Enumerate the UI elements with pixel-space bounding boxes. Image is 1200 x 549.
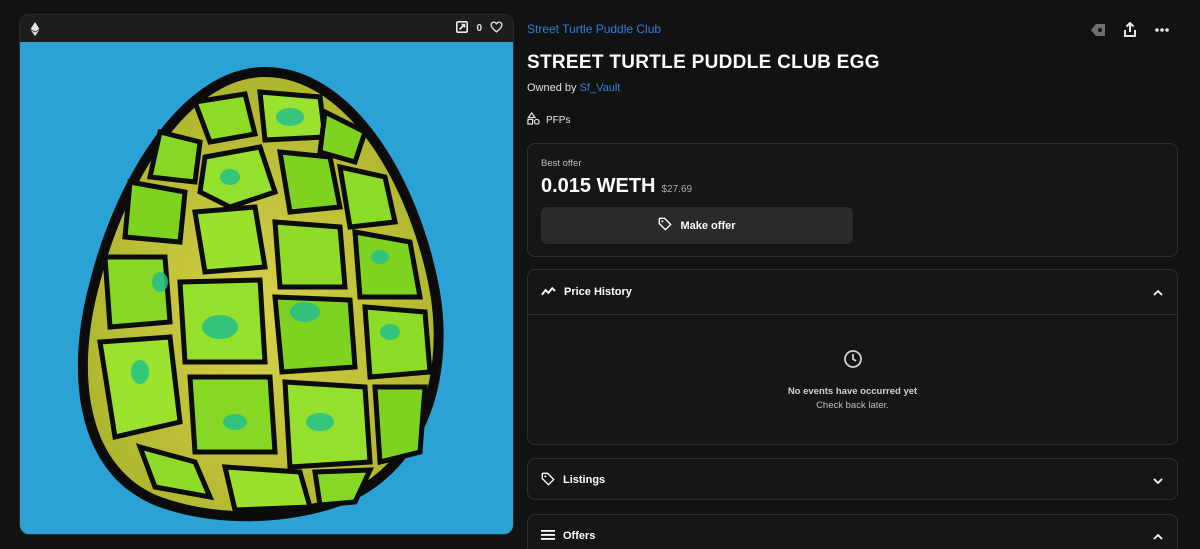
tag-diamond-icon[interactable] <box>1082 20 1114 40</box>
best-offer-usd: $27.69 <box>661 184 693 195</box>
tag-icon <box>541 472 555 489</box>
trend-line-icon <box>541 286 556 299</box>
price-history-empty: No events have occurred yet Check back l… <box>528 314 1177 444</box>
make-offer-button[interactable]: Make offer <box>541 207 853 244</box>
ethereum-icon <box>30 21 40 36</box>
make-offer-label: Make offer <box>680 219 736 232</box>
price-row: 0.015 WETH $27.69 <box>541 175 1164 198</box>
turtle-egg-illustration <box>77 66 444 522</box>
item-title: STREET TURTLE PUDDLE CLUB EGG <box>527 52 880 73</box>
tag-icon <box>658 217 673 234</box>
best-offer-price: 0.015 WETH <box>541 175 656 197</box>
category-tag[interactable]: PFPs <box>527 111 571 128</box>
media-card: 0 <box>19 14 514 535</box>
expand-icon[interactable] <box>456 20 469 38</box>
heart-icon[interactable] <box>490 20 503 38</box>
price-history-panel: Price History No events have occurred ye… <box>527 269 1178 445</box>
category-label: PFPs <box>546 114 571 126</box>
price-history-header[interactable]: Price History <box>528 270 1177 314</box>
list-icon <box>541 529 555 543</box>
best-offer-panel: Best offer 0.015 WETH $27.69 Make offer <box>527 143 1178 257</box>
listings-header[interactable]: Listings <box>528 459 1177 501</box>
best-offer-label: Best offer <box>541 158 582 169</box>
owned-by-label: Owned by <box>527 82 577 94</box>
owner-line: Owned by Sf_Vault <box>527 82 620 94</box>
collection-link[interactable]: Street Turtle Puddle Club <box>527 22 661 36</box>
category-shapes-icon <box>527 111 540 128</box>
empty-title: No events have occurred yet <box>787 385 918 397</box>
favorite-count: 0 <box>476 23 482 34</box>
listings-label: Listings <box>563 474 606 486</box>
empty-subtitle: Check back later. <box>816 399 889 411</box>
offers-panel: Offers <box>527 514 1178 549</box>
share-icon[interactable] <box>1114 20 1146 40</box>
clock-icon <box>843 349 863 374</box>
owner-link[interactable]: Sf_Vault <box>580 82 621 94</box>
listings-panel: Listings <box>527 458 1178 500</box>
media-header: 0 <box>20 15 513 42</box>
offers-label: Offers <box>563 530 596 542</box>
chevron-down-icon[interactable] <box>1153 471 1163 489</box>
chevron-up-icon[interactable] <box>1153 283 1163 301</box>
item-actions <box>1082 20 1178 40</box>
more-icon[interactable] <box>1146 20 1178 40</box>
nft-image[interactable] <box>20 42 513 534</box>
price-history-label: Price History <box>564 286 632 298</box>
offers-header[interactable]: Offers <box>528 515 1177 549</box>
chevron-up-icon[interactable] <box>1153 527 1163 545</box>
